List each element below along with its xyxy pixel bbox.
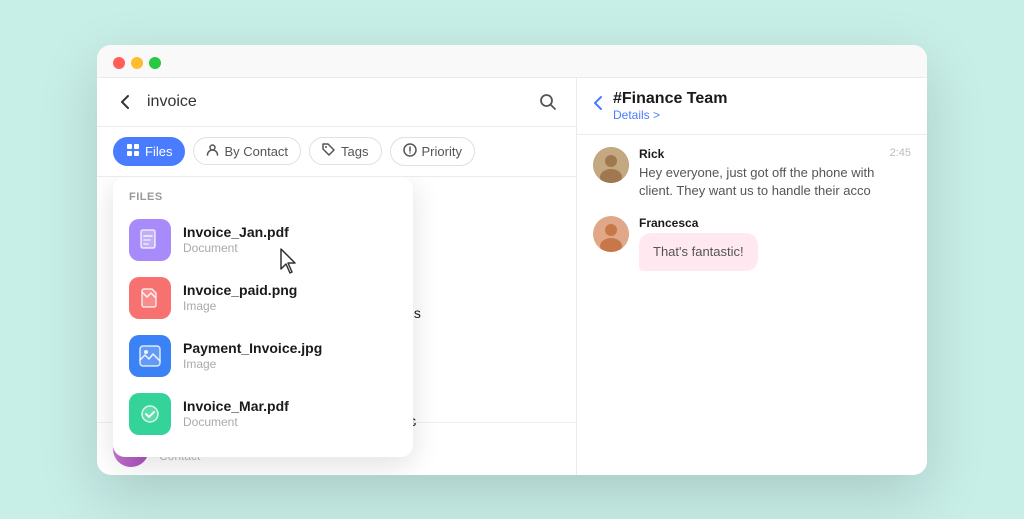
message-content: Francesca That's fantastic! [639,216,758,271]
chat-panel: #Finance Team Details > [577,78,927,475]
file-name: Payment_Invoice.jpg [183,340,322,356]
close-button[interactable] [113,57,125,69]
message-row: Rick Hey everyone, just got off the phon… [593,147,911,200]
maximize-button[interactable] [149,57,161,69]
chat-title-block: #Finance Team Details > [613,90,727,122]
message-sender: Rick [639,147,880,161]
file-type: Document [183,241,289,255]
contact-icon [206,143,219,159]
filter-tabs: Files By Contact [97,127,576,177]
search-header: invoice [97,78,576,127]
chat-title: #Finance Team [613,90,727,108]
message-sender: Francesca [639,216,758,230]
message-row: Francesca That's fantastic! [593,216,911,271]
message-content: Rick Hey everyone, just got off the phon… [639,147,880,200]
tab-tags-label: Tags [341,144,368,159]
chat-header: #Finance Team Details > [577,78,927,135]
traffic-lights [113,57,161,69]
search-button[interactable] [536,90,560,114]
list-item[interactable]: Invoice_Mar.pdf Document [113,385,413,443]
tab-files-label: Files [145,144,172,159]
files-section-label: FILES [113,191,413,211]
tab-by-contact[interactable]: By Contact [193,137,301,165]
file-name: Invoice_Jan.pdf [183,224,289,240]
tab-files[interactable]: Files [113,137,185,166]
avatar [593,216,629,252]
tab-priority-label: Priority [422,144,462,159]
tab-priority[interactable]: Priority [390,137,475,166]
file-type: Image [183,299,297,313]
message-text: Hey everyone, just got off the phone wit… [639,164,880,200]
message-time: 2:45 [890,147,911,159]
list-item[interactable]: Invoice_paid.png Image [113,269,413,327]
file-name: Invoice_Mar.pdf [183,398,289,414]
francesca-bubble: That's fantastic! [639,233,758,271]
avatar [593,147,629,183]
message-text: That's fantastic! [653,243,744,261]
file-info: Invoice_Jan.pdf Document [183,224,289,255]
chat-messages: Rick Hey everyone, just got off the phon… [577,135,927,475]
file-type: Document [183,415,289,429]
priority-icon [403,143,417,160]
file-icon-teal [129,393,171,435]
file-info: Invoice_Mar.pdf Document [183,398,289,429]
file-info: Payment_Invoice.jpg Image [183,340,322,371]
search-back-button[interactable] [113,90,137,114]
file-type: Image [183,357,322,371]
files-icon [126,143,140,160]
title-bar [97,45,927,78]
app-window: invoice [97,45,927,475]
tab-tags[interactable]: Tags [309,137,381,165]
search-results: Icons.xls Excel [97,177,576,475]
search-input[interactable]: invoice [147,93,526,111]
chat-details-link[interactable]: Details > [613,108,727,122]
tab-by-contact-label: By Contact [224,144,288,159]
file-icon-purple [129,219,171,261]
file-name: Invoice_paid.png [183,282,297,298]
main-content: invoice [97,78,927,475]
tag-icon [322,143,336,159]
list-item[interactable]: Payment_Invoice.jpg Image [113,327,413,385]
file-icon-pink [129,277,171,319]
file-icon-blue [129,335,171,377]
minimize-button[interactable] [131,57,143,69]
file-info: Invoice_paid.png Image [183,282,297,313]
files-dropdown: FILES Invoice_Jan.pdf [113,177,413,457]
search-panel: invoice [97,78,577,475]
list-item[interactable]: Invoice_Jan.pdf Document [113,211,413,269]
chat-back-button[interactable] [593,95,603,116]
